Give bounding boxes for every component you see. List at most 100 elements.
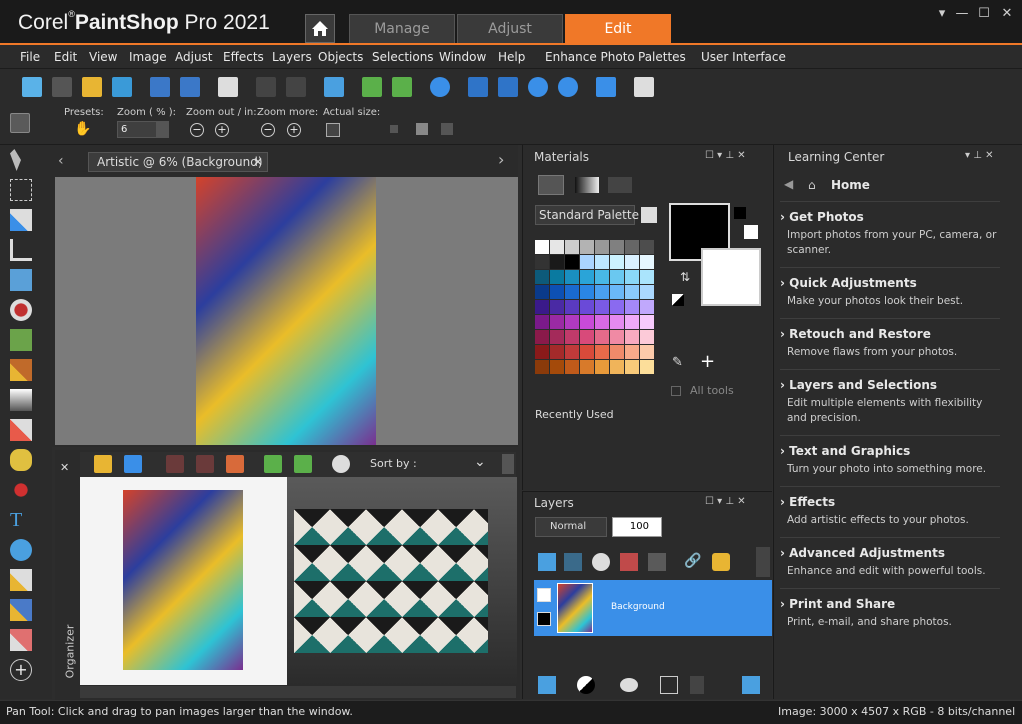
color-swatch[interactable] — [610, 330, 624, 344]
menu-view[interactable]: View — [89, 50, 117, 64]
color-swatch[interactable] — [595, 345, 609, 359]
layers-window-icons[interactable]: ☐ ▾ ⊥ ✕ — [705, 496, 746, 507]
new-layer-icon[interactable] — [538, 676, 556, 694]
overview-icon[interactable] — [596, 77, 616, 97]
color-swatch[interactable] — [625, 315, 639, 329]
gradient-fill-icon[interactable] — [10, 389, 32, 411]
gradient-tab-icon[interactable] — [575, 177, 599, 193]
color-swatch[interactable] — [535, 285, 549, 299]
color-swatch[interactable] — [550, 255, 564, 269]
color-swatch[interactable] — [550, 315, 564, 329]
tab-edit[interactable]: Edit — [565, 14, 671, 43]
lc-item-get-photos[interactable]: › Get Photos Import photos from your PC,… — [780, 210, 1000, 258]
color-swatch[interactable] — [610, 240, 624, 254]
menu-enhance-photo[interactable]: Enhance Photo — [545, 50, 635, 64]
color-swatch[interactable] — [625, 285, 639, 299]
red-eye-tool-icon[interactable] — [10, 299, 32, 321]
document-close-icon[interactable]: ✕ — [253, 153, 263, 171]
color-swatch[interactable] — [610, 255, 624, 269]
layer-up-icon[interactable] — [538, 553, 556, 571]
color-swatch[interactable] — [535, 345, 549, 359]
color-swatch[interactable] — [580, 345, 594, 359]
menu-user-interface[interactable]: User Interface — [701, 50, 786, 64]
add-tool-icon[interactable]: + — [10, 659, 32, 681]
color-swatch[interactable] — [610, 300, 624, 314]
new-file-icon[interactable] — [22, 77, 42, 97]
crop-tool-icon[interactable] — [10, 239, 32, 261]
scanner-icon[interactable] — [112, 77, 132, 97]
color-replacer-icon[interactable] — [10, 479, 32, 501]
fit-window-button-icon[interactable] — [441, 123, 453, 135]
dropper-icon[interactable]: ✎ — [672, 355, 683, 370]
color-swatch[interactable] — [550, 285, 564, 299]
menu-window[interactable]: Window — [439, 50, 486, 64]
untag-icon[interactable] — [196, 455, 214, 473]
color-swatch[interactable] — [595, 300, 609, 314]
chevron-right-icon[interactable]: › — [498, 150, 504, 169]
learning-home-label[interactable]: Home — [831, 178, 870, 192]
zoom-out-button[interactable]: − — [190, 123, 204, 137]
back-icon[interactable]: ◀ — [784, 177, 793, 191]
grid-icon[interactable] — [52, 77, 72, 97]
layers-menu-icon[interactable] — [756, 547, 770, 577]
color-swatch[interactable] — [595, 255, 609, 269]
lc-item-quick-adjustments[interactable]: › Quick Adjustments Make your photos loo… — [780, 276, 1000, 309]
save-icon[interactable] — [150, 77, 170, 97]
learning-window-icons[interactable]: ▾ ⊥ ✕ — [965, 150, 993, 161]
view-mode-icon[interactable] — [124, 455, 142, 473]
color-swatch[interactable] — [625, 270, 639, 284]
organizer-scrollbar[interactable] — [80, 686, 516, 698]
color-swatch[interactable] — [550, 240, 564, 254]
color-swatch[interactable] — [595, 360, 609, 374]
window-menu-icon[interactable]: ▾ — [932, 6, 952, 22]
zoom-more-out-button[interactable]: − — [261, 123, 275, 137]
copy-icon[interactable] — [634, 77, 654, 97]
organizer-close-icon[interactable]: ✕ — [60, 461, 69, 474]
blend-mode-select[interactable]: Normal — [535, 517, 607, 537]
add-swatch-icon[interactable]: + — [700, 351, 715, 372]
color-swatch[interactable] — [535, 330, 549, 344]
opacity-input[interactable]: 100 — [612, 517, 662, 537]
smudge-tool-icon[interactable] — [10, 449, 32, 471]
pick-tool-icon[interactable] — [10, 149, 21, 171]
home-icon[interactable]: ⌂ — [808, 178, 816, 192]
open-folder-icon[interactable] — [82, 77, 102, 97]
clone-tool-icon[interactable] — [10, 329, 32, 351]
color-swatch[interactable] — [565, 240, 579, 254]
presets-hand-icon[interactable]: ✋ — [74, 121, 94, 141]
color-swatch[interactable] — [640, 285, 654, 299]
lc-item-print-share[interactable]: › Print and Share Print, e-mail, and sha… — [780, 597, 1000, 630]
color-swatch[interactable] — [580, 300, 594, 314]
resize-icon[interactable] — [324, 77, 344, 97]
color-swatch[interactable] — [640, 300, 654, 314]
color-swatch[interactable] — [595, 315, 609, 329]
paint-brush-icon[interactable] — [10, 359, 32, 381]
color-swatch[interactable] — [640, 330, 654, 344]
color-swatch[interactable] — [550, 330, 564, 344]
palette-options-icon[interactable] — [641, 207, 657, 223]
color-swatch[interactable] — [580, 315, 594, 329]
color-swatch[interactable] — [625, 240, 639, 254]
undo-icon[interactable] — [256, 77, 276, 97]
rotate-left-icon[interactable] — [362, 77, 382, 97]
zoom-in-icon[interactable] — [558, 77, 578, 97]
navigation-icon[interactable] — [94, 455, 112, 473]
shape-tool-icon[interactable] — [10, 539, 32, 561]
color-swatch[interactable] — [565, 255, 579, 269]
actual-size-button[interactable] — [326, 123, 340, 137]
color-swatch[interactable] — [640, 240, 654, 254]
color-swatch[interactable] — [595, 330, 609, 344]
close-icon[interactable]: ✕ — [997, 6, 1017, 22]
lc-item-effects[interactable]: › Effects Add artistic effects to your p… — [780, 495, 1000, 528]
color-swatch[interactable] — [550, 270, 564, 284]
color-swatches[interactable] — [535, 240, 655, 390]
save-as-icon[interactable] — [180, 77, 200, 97]
color-swatch[interactable] — [610, 360, 624, 374]
color-swatch[interactable] — [595, 270, 609, 284]
mixer-tool-icon[interactable] — [10, 629, 32, 651]
tab-adjust[interactable]: Adjust — [457, 14, 563, 43]
color-swatch[interactable] — [640, 345, 654, 359]
organizer-menu-icon[interactable] — [502, 454, 514, 474]
lc-item-layers-selections[interactable]: › Layers and Selections Edit multiple el… — [780, 378, 1000, 426]
color-swatch[interactable] — [565, 345, 579, 359]
